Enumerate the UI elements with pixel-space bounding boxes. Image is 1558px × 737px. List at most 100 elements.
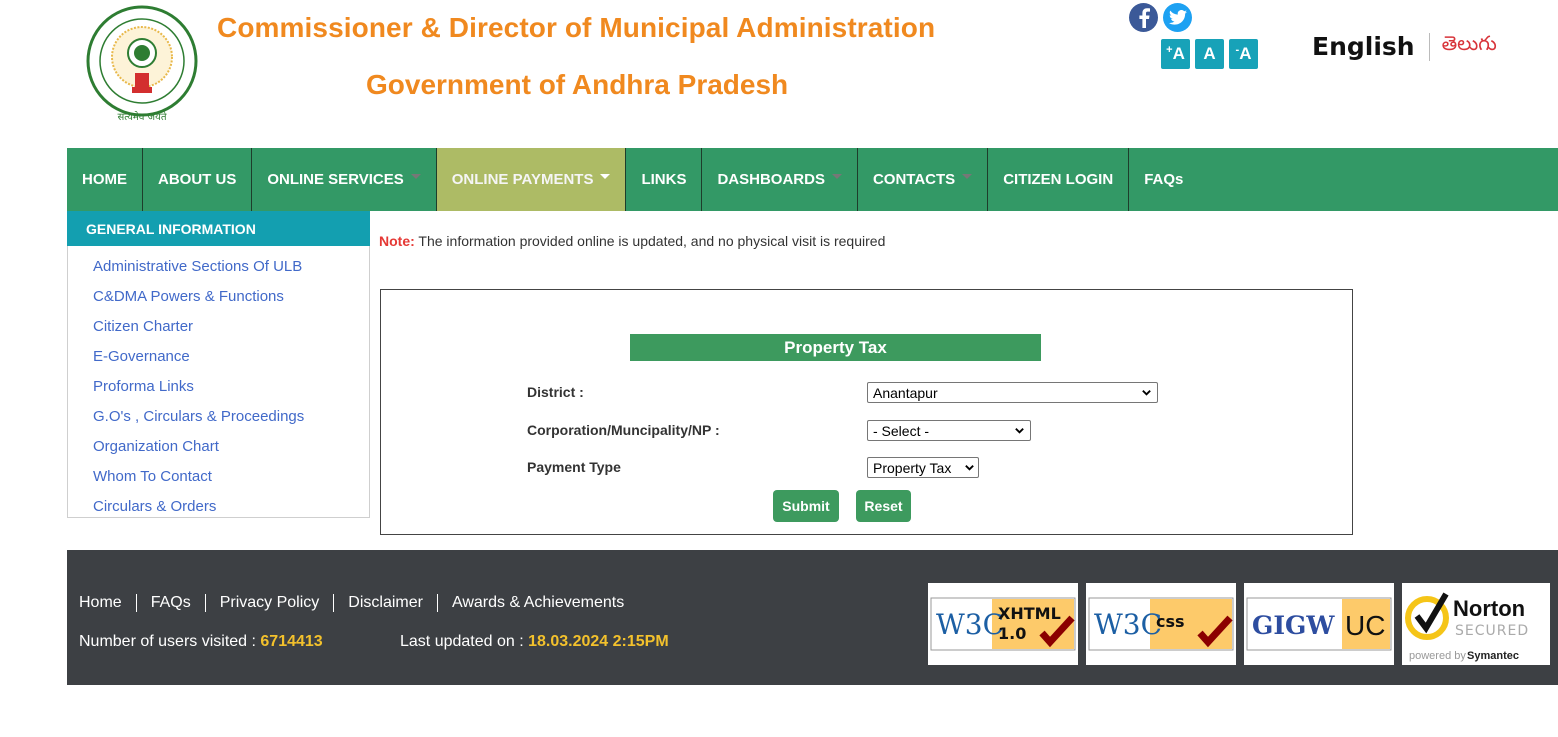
- sidebar-item: Whom To Contact: [68, 461, 369, 491]
- site-footer: Home FAQs Privacy Policy Disclaimer Awar…: [67, 550, 1558, 685]
- norton-badge-icon: Norton SECURED powered by Symantec: [1405, 592, 1529, 662]
- svg-text:powered by: powered by: [1409, 650, 1466, 662]
- footer-divider: [333, 594, 335, 612]
- nav-faqs[interactable]: FAQs: [1129, 148, 1198, 211]
- chevron-down-icon: [965, 465, 974, 471]
- sidebar-link-whom-to-contact[interactable]: Whom To Contact: [93, 468, 212, 485]
- nav-contacts[interactable]: CONTACTS: [858, 148, 989, 211]
- font-size-controls: + A A -A: [1161, 39, 1258, 69]
- w3c-xhtml-badge[interactable]: W3C XHTML 1.0: [928, 583, 1078, 665]
- chevron-down-icon: [1015, 428, 1024, 434]
- form-title: Property Tax: [630, 334, 1041, 361]
- nav-online-services[interactable]: ONLINE SERVICES: [252, 148, 437, 211]
- norton-badge[interactable]: Norton SECURED powered by Symantec: [1402, 583, 1550, 665]
- nav-links[interactable]: LINKS: [626, 148, 703, 211]
- nav-dashboards[interactable]: DASHBOARDS: [702, 148, 858, 211]
- language-english-link[interactable]: English: [1312, 32, 1415, 61]
- twitter-icon[interactable]: [1163, 3, 1192, 32]
- svg-text:UC: UC: [1345, 610, 1385, 641]
- ap-government-emblem-icon: सत्यमेव जयते: [86, 5, 198, 123]
- sidebar-heading: GENERAL INFORMATION: [67, 211, 370, 246]
- nav-online-payments[interactable]: ONLINE PAYMENTS: [436, 148, 627, 211]
- language-telugu-link[interactable]: తెలుగు: [1442, 33, 1497, 60]
- property-tax-form: Property Tax District : Anantapur Corpor…: [380, 289, 1353, 535]
- svg-text:W3C: W3C: [936, 608, 1004, 641]
- sidebar-link-e-governance[interactable]: E-Governance: [93, 348, 190, 365]
- footer-divider: [204, 594, 206, 612]
- sidebar-list: Administrative Sections Of ULB C&DMA Pow…: [68, 246, 369, 521]
- main-nav: HOME ABOUT US ONLINE SERVICES ONLINE PAY…: [67, 148, 1558, 211]
- caret-down-icon: [831, 174, 842, 179]
- info-note: Note: The information provided online is…: [379, 233, 885, 249]
- normal-font-button[interactable]: A: [1195, 39, 1224, 69]
- sidebar-item: G.O's , Circulars & Proceedings: [68, 401, 369, 431]
- sidebar-link-proforma-links[interactable]: Proforma Links: [93, 378, 194, 395]
- svg-text:Norton: Norton: [1453, 596, 1525, 621]
- caret-down-icon: [410, 174, 421, 179]
- sidebar-item: Citizen Charter: [68, 311, 369, 341]
- w3c-xhtml-badge-icon: W3C XHTML 1.0: [930, 597, 1076, 651]
- sidebar-item: E-Governance: [68, 341, 369, 371]
- svg-text:XHTML: XHTML: [998, 604, 1061, 623]
- svg-text:css: css: [1156, 612, 1185, 631]
- footer-link-faqs[interactable]: FAQs: [151, 594, 191, 612]
- language-divider: [1428, 32, 1430, 61]
- district-select[interactable]: Anantapur: [867, 382, 1158, 403]
- facebook-icon[interactable]: [1129, 3, 1158, 32]
- visitor-count: Number of users visited : 6714413: [79, 633, 323, 650]
- payment-type-label: Payment Type: [527, 459, 621, 475]
- compliance-badges: W3C XHTML 1.0 W3C css GIGW UC Norton SEC…: [928, 583, 1550, 665]
- payment-type-select[interactable]: Property Tax: [867, 457, 979, 478]
- reset-button[interactable]: Reset: [856, 490, 911, 522]
- footer-link-home[interactable]: Home: [79, 594, 122, 612]
- increase-font-button[interactable]: + A: [1161, 39, 1190, 69]
- footer-divider: [135, 594, 137, 612]
- footer-link-disclaimer[interactable]: Disclaimer: [348, 594, 423, 612]
- footer-divider: [436, 594, 438, 612]
- footer-link-awards[interactable]: Awards & Achievements: [452, 594, 624, 612]
- site-header: सत्यमेव जयते Commissioner & Director of …: [0, 0, 1558, 148]
- footer-link-privacy-policy[interactable]: Privacy Policy: [220, 594, 320, 612]
- gigw-badge[interactable]: GIGW UC: [1244, 583, 1394, 665]
- gigw-badge-icon: GIGW UC: [1246, 597, 1392, 651]
- sidebar-item: C&DMA Powers & Functions: [68, 281, 369, 311]
- sidebar-link-organization-chart[interactable]: Organization Chart: [93, 438, 219, 455]
- svg-text:SECURED: SECURED: [1455, 623, 1529, 639]
- sidebar-link-powers-functions[interactable]: C&DMA Powers & Functions: [93, 288, 284, 305]
- svg-text:Symantec: Symantec: [1467, 650, 1519, 662]
- ulb-select[interactable]: - Select -: [867, 420, 1031, 441]
- note-label: Note:: [379, 233, 415, 249]
- sidebar-item: Proforma Links: [68, 371, 369, 401]
- sidebar-link-administrative-sections[interactable]: Administrative Sections Of ULB: [93, 258, 302, 275]
- sidebar-link-citizen-charter[interactable]: Citizen Charter: [93, 318, 193, 335]
- note-text: The information provided online is updat…: [414, 233, 886, 249]
- nav-citizen-login[interactable]: CITIZEN LOGIN: [988, 148, 1130, 211]
- sidebar-link-gos-circulars[interactable]: G.O's , Circulars & Proceedings: [93, 408, 304, 425]
- decrease-font-button[interactable]: -A: [1229, 39, 1258, 69]
- social-links: [1129, 3, 1192, 32]
- w3c-css-badge[interactable]: W3C css: [1086, 583, 1236, 665]
- w3c-css-badge-icon: W3C css: [1088, 597, 1234, 651]
- chevron-down-icon: [1142, 390, 1151, 396]
- svg-text:GIGW: GIGW: [1252, 611, 1335, 640]
- nav-home[interactable]: HOME: [67, 148, 143, 211]
- nav-about-us[interactable]: ABOUT US: [143, 148, 253, 211]
- site-title: Commissioner & Director of Municipal Adm…: [217, 12, 936, 43]
- sidebar-item: Organization Chart: [68, 431, 369, 461]
- svg-text:1.0: 1.0: [998, 624, 1026, 643]
- language-switcher: English తెలుగు: [1312, 32, 1497, 61]
- caret-down-icon: [600, 174, 611, 179]
- district-label: District :: [527, 384, 584, 400]
- site-subtitle: Government of Andhra Pradesh: [366, 69, 789, 100]
- caret-down-icon: [962, 174, 973, 179]
- svg-text:सत्यमेव जयते: सत्यमेव जयते: [117, 111, 166, 123]
- sidebar-item: Administrative Sections Of ULB: [68, 251, 369, 281]
- sidebar-item: Circulars & Orders: [68, 491, 369, 521]
- last-updated: Last updated on : 18.03.2024 2:15PM: [400, 633, 669, 650]
- footer-links: Home FAQs Privacy Policy Disclaimer Awar…: [79, 594, 624, 612]
- svg-text:W3C: W3C: [1094, 608, 1162, 641]
- sidebar-link-circulars-orders[interactable]: Circulars & Orders: [93, 498, 216, 515]
- submit-button[interactable]: Submit: [773, 490, 839, 522]
- sidebar: GENERAL INFORMATION Administrative Secti…: [67, 211, 370, 518]
- last-updated-value: 18.03.2024 2:15PM: [528, 633, 669, 650]
